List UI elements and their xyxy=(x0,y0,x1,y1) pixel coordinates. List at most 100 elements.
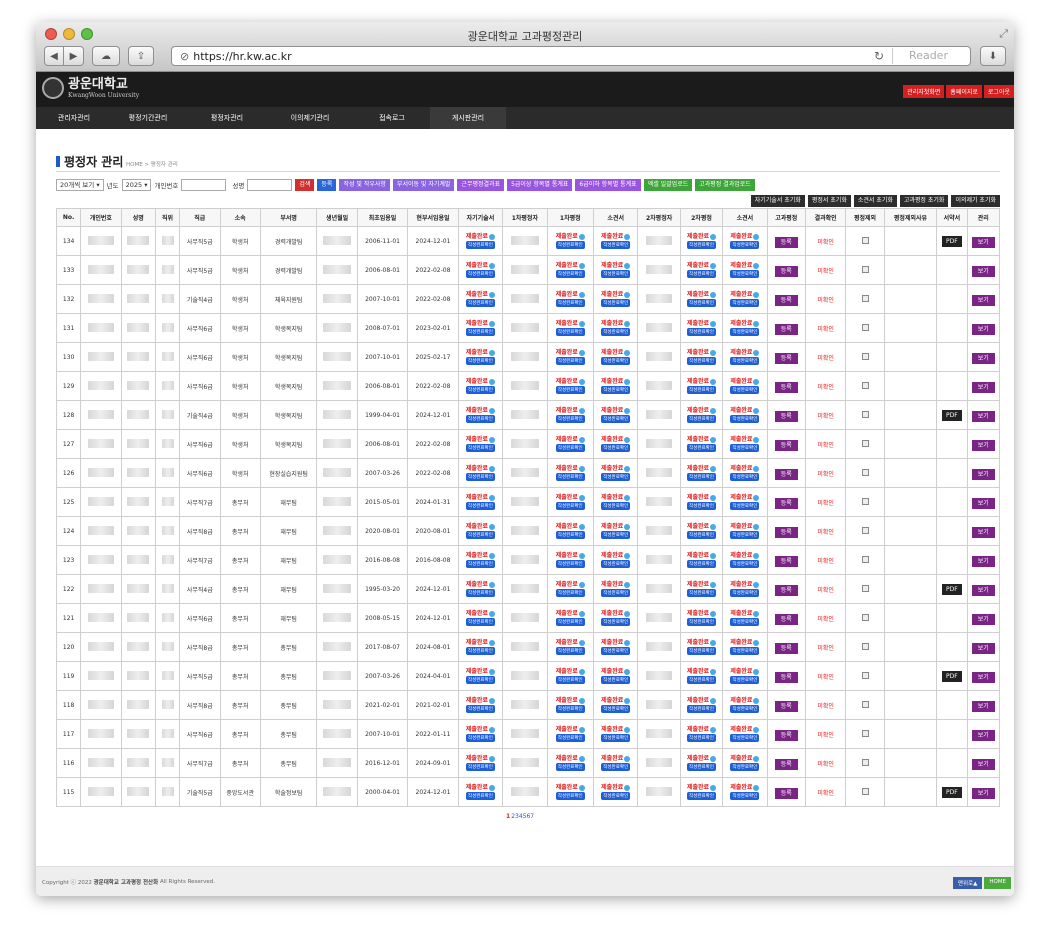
exclude-checkbox[interactable] xyxy=(861,294,869,302)
check-complete-button[interactable]: 작성완료확인 xyxy=(687,299,716,307)
cloud-tabs-button[interactable]: ☁ xyxy=(92,46,120,66)
current-page[interactable]: 1 xyxy=(506,813,510,820)
submit-status[interactable]: 제출완료 xyxy=(601,552,631,559)
submit-status[interactable]: 제출완료 xyxy=(730,523,760,530)
check-complete-button[interactable]: 작성완료확인 xyxy=(555,531,585,539)
submit-status[interactable]: 제출완료 xyxy=(687,552,717,559)
submit-status[interactable]: 제출완료 xyxy=(556,755,585,762)
submit-status[interactable]: 제출완료 xyxy=(466,755,495,762)
view-button[interactable]: 보기 xyxy=(971,323,995,335)
check-complete-button[interactable]: 작성완료확인 xyxy=(555,792,585,800)
check-complete-button[interactable]: 작성완료확인 xyxy=(466,792,495,800)
check-complete-button[interactable]: 작성완료확인 xyxy=(466,618,495,626)
fullscreen-icon[interactable]: ⤢ xyxy=(999,27,1008,41)
submit-status[interactable]: 제출완료 xyxy=(730,697,760,704)
exclude-checkbox[interactable] xyxy=(861,700,869,708)
per-page-select[interactable]: 20개씩 보기 ▾ xyxy=(56,179,104,191)
submit-status[interactable]: 제출완료 xyxy=(466,697,495,704)
submit-status[interactable]: 제출완료 xyxy=(466,407,495,414)
report-button-1[interactable]: 부서이동 및 자기계발 xyxy=(392,179,455,191)
nav-period[interactable]: 평정기간관리 xyxy=(108,107,188,129)
view-button[interactable]: 보기 xyxy=(971,410,995,422)
check-complete-button[interactable]: 작성완료확인 xyxy=(466,676,495,684)
register-button[interactable]: 등록 xyxy=(774,352,798,364)
view-button[interactable]: 보기 xyxy=(971,729,995,741)
check-complete-button[interactable]: 작성완료확인 xyxy=(601,589,631,597)
check-complete-button[interactable]: 작성완료확인 xyxy=(687,386,716,394)
check-complete-button[interactable]: 작성완료확인 xyxy=(687,473,716,481)
check-complete-button[interactable]: 작성완료확인 xyxy=(687,560,716,568)
view-button[interactable]: 보기 xyxy=(971,526,995,538)
submit-status[interactable]: 제출완료 xyxy=(601,349,631,356)
submit-status[interactable]: 제출완료 xyxy=(466,639,495,646)
submit-status[interactable]: 제출완료 xyxy=(601,581,631,588)
submit-status[interactable]: 제출완료 xyxy=(687,726,717,733)
check-complete-button[interactable]: 작성완료확인 xyxy=(555,618,585,626)
reset-button-0[interactable]: 자기기술서 초기화 xyxy=(750,195,805,207)
submit-status[interactable]: 제출완료 xyxy=(730,291,760,298)
check-complete-button[interactable]: 작성완료확인 xyxy=(601,328,631,336)
forward-button[interactable]: ▶ xyxy=(64,46,84,66)
submit-status[interactable]: 제출완료 xyxy=(466,726,495,733)
report-button-6[interactable]: 고과평정 결과업로드 xyxy=(695,179,755,191)
pdf-button[interactable]: PDF xyxy=(942,409,962,421)
view-button[interactable]: 보기 xyxy=(971,758,995,770)
check-complete-button[interactable]: 작성완료확인 xyxy=(730,560,760,568)
submit-status[interactable]: 제출완료 xyxy=(601,784,631,791)
check-complete-button[interactable]: 작성완료확인 xyxy=(687,589,716,597)
exclude-checkbox[interactable] xyxy=(861,410,869,418)
exclude-checkbox[interactable] xyxy=(861,613,869,621)
submit-status[interactable]: 제출완료 xyxy=(556,320,585,327)
submit-status[interactable]: 제출완료 xyxy=(556,349,585,356)
check-complete-button[interactable]: 작성완료확인 xyxy=(730,734,760,742)
id-input[interactable] xyxy=(181,179,227,191)
submit-status[interactable]: 제출완료 xyxy=(687,262,717,269)
check-complete-button[interactable]: 작성완료확인 xyxy=(466,531,495,539)
submit-status[interactable]: 제출완료 xyxy=(730,494,760,501)
submit-status[interactable]: 제출완료 xyxy=(687,436,717,443)
nav-board[interactable]: 게시판관리 xyxy=(430,107,506,129)
nav-objections[interactable]: 이의제기관리 xyxy=(266,107,354,129)
check-complete-button[interactable]: 작성완료확인 xyxy=(687,241,716,249)
check-complete-button[interactable]: 작성완료확인 xyxy=(601,531,631,539)
submit-status[interactable]: 제출완료 xyxy=(730,668,760,675)
check-complete-button[interactable]: 작성완료확인 xyxy=(687,357,716,365)
check-complete-button[interactable]: 작성완료확인 xyxy=(555,763,585,771)
reset-button-4[interactable]: 이의제기 초기화 xyxy=(951,195,1000,207)
register-button[interactable]: 등록 xyxy=(774,468,798,480)
report-button-2[interactable]: 근무평정결과표 xyxy=(457,179,505,191)
downloads-button[interactable]: ⬇ xyxy=(980,46,1006,66)
other-pages[interactable]: 234567 xyxy=(511,813,534,820)
register-button[interactable]: 등록 xyxy=(774,526,798,538)
submit-status[interactable]: 제출완료 xyxy=(601,436,631,443)
submit-status[interactable]: 제출완료 xyxy=(466,436,495,443)
register-button[interactable]: 등록 xyxy=(774,584,798,596)
submit-status[interactable]: 제출완료 xyxy=(556,697,585,704)
reload-icon[interactable]: ↻ xyxy=(874,49,884,63)
view-button[interactable]: 보기 xyxy=(971,352,995,364)
check-complete-button[interactable]: 작성완료확인 xyxy=(466,444,495,452)
check-complete-button[interactable]: 작성완료확인 xyxy=(555,299,585,307)
share-button[interactable]: ⇪ xyxy=(128,46,154,66)
submit-status[interactable]: 제출완료 xyxy=(687,755,717,762)
submit-status[interactable]: 제출완료 xyxy=(466,668,495,675)
check-complete-button[interactable]: 작성완료확인 xyxy=(601,676,631,684)
submit-status[interactable]: 제출완료 xyxy=(466,784,495,791)
exclude-checkbox[interactable] xyxy=(861,497,869,505)
submit-status[interactable]: 제출완료 xyxy=(601,291,631,298)
submit-status[interactable]: 제출완료 xyxy=(687,320,717,327)
nav-raters[interactable]: 평정자관리 xyxy=(188,107,266,129)
view-button[interactable]: 보기 xyxy=(971,468,995,480)
submit-status[interactable]: 제출완료 xyxy=(601,378,631,385)
submit-status[interactable]: 제출완료 xyxy=(730,349,760,356)
check-complete-button[interactable]: 작성완료확인 xyxy=(730,618,760,626)
check-complete-button[interactable]: 작성완료확인 xyxy=(601,386,631,394)
check-complete-button[interactable]: 작성완료확인 xyxy=(687,270,716,278)
check-complete-button[interactable]: 작성완료확인 xyxy=(601,502,631,510)
submit-status[interactable]: 제출완료 xyxy=(730,378,760,385)
submit-status[interactable]: 제출완료 xyxy=(556,262,585,269)
check-complete-button[interactable]: 작성완료확인 xyxy=(687,705,716,713)
report-button-0[interactable]: 작성 및 작우사항 xyxy=(339,179,390,191)
exclude-checkbox[interactable] xyxy=(861,729,869,737)
report-button-4[interactable]: 6급이하 항목별 통계표 xyxy=(575,179,641,191)
